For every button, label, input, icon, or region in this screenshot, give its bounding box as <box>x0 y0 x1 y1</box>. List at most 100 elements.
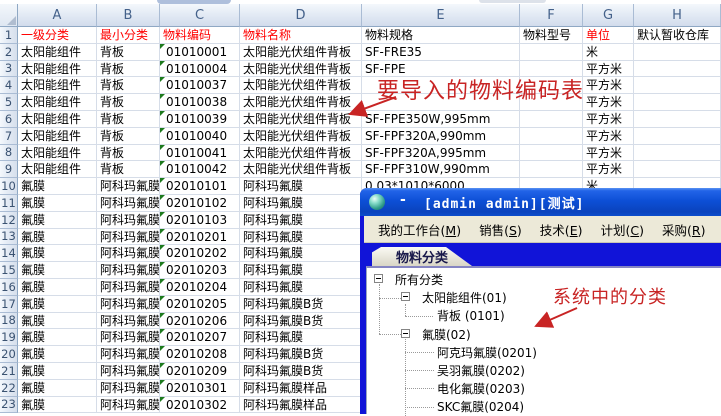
cell-G7[interactable]: 平方米 <box>583 128 634 145</box>
cell-C4[interactable]: 01010037 <box>160 77 240 94</box>
tree-item-3[interactable]: 背板 (0101) <box>437 307 505 323</box>
cell-D18[interactable]: 阿科玛氟膜B货 <box>240 313 362 330</box>
row-header-22[interactable]: 22 <box>0 380 18 397</box>
tree-item-6[interactable]: 吴羽氟膜(0202) <box>437 362 525 378</box>
window-titlebar[interactable]: - [admin admin][测试] <box>360 188 721 216</box>
row-header-4[interactable]: 4 <box>0 77 18 94</box>
cell-F1[interactable]: 物料型号 <box>520 27 583 44</box>
cell-H7[interactable] <box>634 128 721 145</box>
cell-C2[interactable]: 01010001 <box>160 44 240 61</box>
cell-D9[interactable]: 太阳能光伏组件背板 <box>240 161 362 178</box>
row-header-10[interactable]: 10 <box>0 178 18 195</box>
row-header-20[interactable]: 20 <box>0 346 18 363</box>
cell-D19[interactable]: 阿科玛氟膜 <box>240 329 362 346</box>
cell-G2[interactable]: 米 <box>583 44 634 61</box>
cell-F6[interactable] <box>520 111 583 128</box>
cell-B23[interactable]: 阿科玛氟膜 <box>97 397 160 414</box>
cell-B8[interactable]: 背板 <box>97 145 160 162</box>
tree-expand-minus-icon[interactable] <box>401 329 410 338</box>
cell-A12[interactable]: 氟膜 <box>18 212 97 229</box>
menu-item-Q[interactable]: 质量(Q) <box>714 220 721 239</box>
menu-item-R[interactable]: 采购(R) <box>653 220 714 239</box>
cell-H5[interactable] <box>634 94 721 111</box>
cell-B22[interactable]: 阿科玛氟膜 <box>97 380 160 397</box>
cell-A21[interactable]: 氟膜 <box>18 363 97 380</box>
cell-D1[interactable]: 物料名称 <box>240 27 362 44</box>
cell-C18[interactable]: 02010206 <box>160 313 240 330</box>
cell-D13[interactable]: 阿科玛氟膜 <box>240 229 362 246</box>
cell-E7[interactable]: SF-FPF320A,990mm <box>362 128 520 145</box>
cell-B4[interactable]: 背板 <box>97 77 160 94</box>
cell-D7[interactable]: 太阳能光伏组件背板 <box>240 128 362 145</box>
tree-item-5[interactable]: 阿克玛氟膜(0201) <box>437 344 537 360</box>
cell-A19[interactable]: 氟膜 <box>18 329 97 346</box>
cell-D15[interactable]: 阿科玛氟膜 <box>240 262 362 279</box>
cell-C22[interactable]: 02010301 <box>160 380 240 397</box>
cell-G1[interactable]: 单位 <box>583 27 634 44</box>
cell-C14[interactable]: 02010202 <box>160 245 240 262</box>
col-header-C[interactable]: C <box>160 4 240 27</box>
cell-G8[interactable]: 平方米 <box>583 145 634 162</box>
row-header-9[interactable]: 9 <box>0 161 18 178</box>
tree-item-2[interactable]: 太阳能组件(01) <box>422 289 507 305</box>
menu-item-S[interactable]: 销售(S) <box>470 220 531 239</box>
cell-A8[interactable]: 太阳能组件 <box>18 145 97 162</box>
cell-D20[interactable]: 阿科玛氟膜B货 <box>240 346 362 363</box>
cell-D6[interactable]: 太阳能光伏组件背板 <box>240 111 362 128</box>
cell-F9[interactable] <box>520 161 583 178</box>
cell-B16[interactable]: 阿科玛氟膜 <box>97 279 160 296</box>
cell-D23[interactable]: 阿科玛氟膜样品 <box>240 397 362 414</box>
menu-item-C[interactable]: 计划(C) <box>591 220 653 239</box>
cell-D22[interactable]: 阿科玛氟膜样品 <box>240 380 362 397</box>
cell-D3[interactable]: 太阳能光伏组件背板 <box>240 61 362 78</box>
col-header-H[interactable]: H <box>634 4 721 27</box>
row-header-8[interactable]: 8 <box>0 145 18 162</box>
row-header-7[interactable]: 7 <box>0 128 18 145</box>
cell-C1[interactable]: 物料编码 <box>160 27 240 44</box>
cell-H9[interactable] <box>634 161 721 178</box>
cell-G3[interactable]: 平方米 <box>583 61 634 78</box>
cell-A6[interactable]: 太阳能组件 <box>18 111 97 128</box>
cell-D16[interactable]: 阿科玛氟膜 <box>240 279 362 296</box>
cell-A11[interactable]: 氟膜 <box>18 195 97 212</box>
cell-B2[interactable]: 背板 <box>97 44 160 61</box>
cell-A20[interactable]: 氟膜 <box>18 346 97 363</box>
cell-B10[interactable]: 阿科玛氟膜 <box>97 178 160 195</box>
cell-B14[interactable]: 阿科玛氟膜 <box>97 245 160 262</box>
row-header-6[interactable]: 6 <box>0 111 18 128</box>
cell-B6[interactable]: 背板 <box>97 111 160 128</box>
cell-C16[interactable]: 02010204 <box>160 279 240 296</box>
cell-B19[interactable]: 阿科玛氟膜 <box>97 329 160 346</box>
cell-B1[interactable]: 最小分类 <box>97 27 160 44</box>
cell-E1[interactable]: 物料规格 <box>362 27 520 44</box>
cell-G5[interactable]: 平方米 <box>583 94 634 111</box>
cell-A10[interactable]: 氟膜 <box>18 178 97 195</box>
cell-A13[interactable]: 氟膜 <box>18 229 97 246</box>
row-header-15[interactable]: 15 <box>0 262 18 279</box>
col-header-A[interactable]: A <box>18 4 97 27</box>
menu-item-E[interactable]: 技术(E) <box>531 220 592 239</box>
tree-item-4[interactable]: 氟膜(02) <box>422 326 471 342</box>
cell-E2[interactable]: SF-FRE35 <box>362 44 520 61</box>
cell-H1[interactable]: 默认暂收仓库 <box>634 27 721 44</box>
cell-B15[interactable]: 阿科玛氟膜 <box>97 262 160 279</box>
cell-D12[interactable]: 阿科玛氟膜 <box>240 212 362 229</box>
cell-A2[interactable]: 太阳能组件 <box>18 44 97 61</box>
row-header-21[interactable]: 21 <box>0 363 18 380</box>
cell-C15[interactable]: 02010203 <box>160 262 240 279</box>
cell-A17[interactable]: 氟膜 <box>18 296 97 313</box>
cell-C17[interactable]: 02010205 <box>160 296 240 313</box>
cell-A14[interactable]: 氟膜 <box>18 245 97 262</box>
row-header-2[interactable]: 2 <box>0 44 18 61</box>
cell-A16[interactable]: 氟膜 <box>18 279 97 296</box>
cell-H2[interactable] <box>634 44 721 61</box>
col-header-F[interactable]: F <box>520 4 583 27</box>
col-header-G[interactable]: G <box>583 4 634 27</box>
cell-A3[interactable]: 太阳能组件 <box>18 61 97 78</box>
row-header-11[interactable]: 11 <box>0 195 18 212</box>
cell-A18[interactable]: 氟膜 <box>18 313 97 330</box>
col-header-E[interactable]: E <box>362 4 520 27</box>
tree-expand-minus-icon[interactable] <box>374 274 383 283</box>
row-header-12[interactable]: 12 <box>0 212 18 229</box>
cell-A22[interactable]: 氟膜 <box>18 380 97 397</box>
